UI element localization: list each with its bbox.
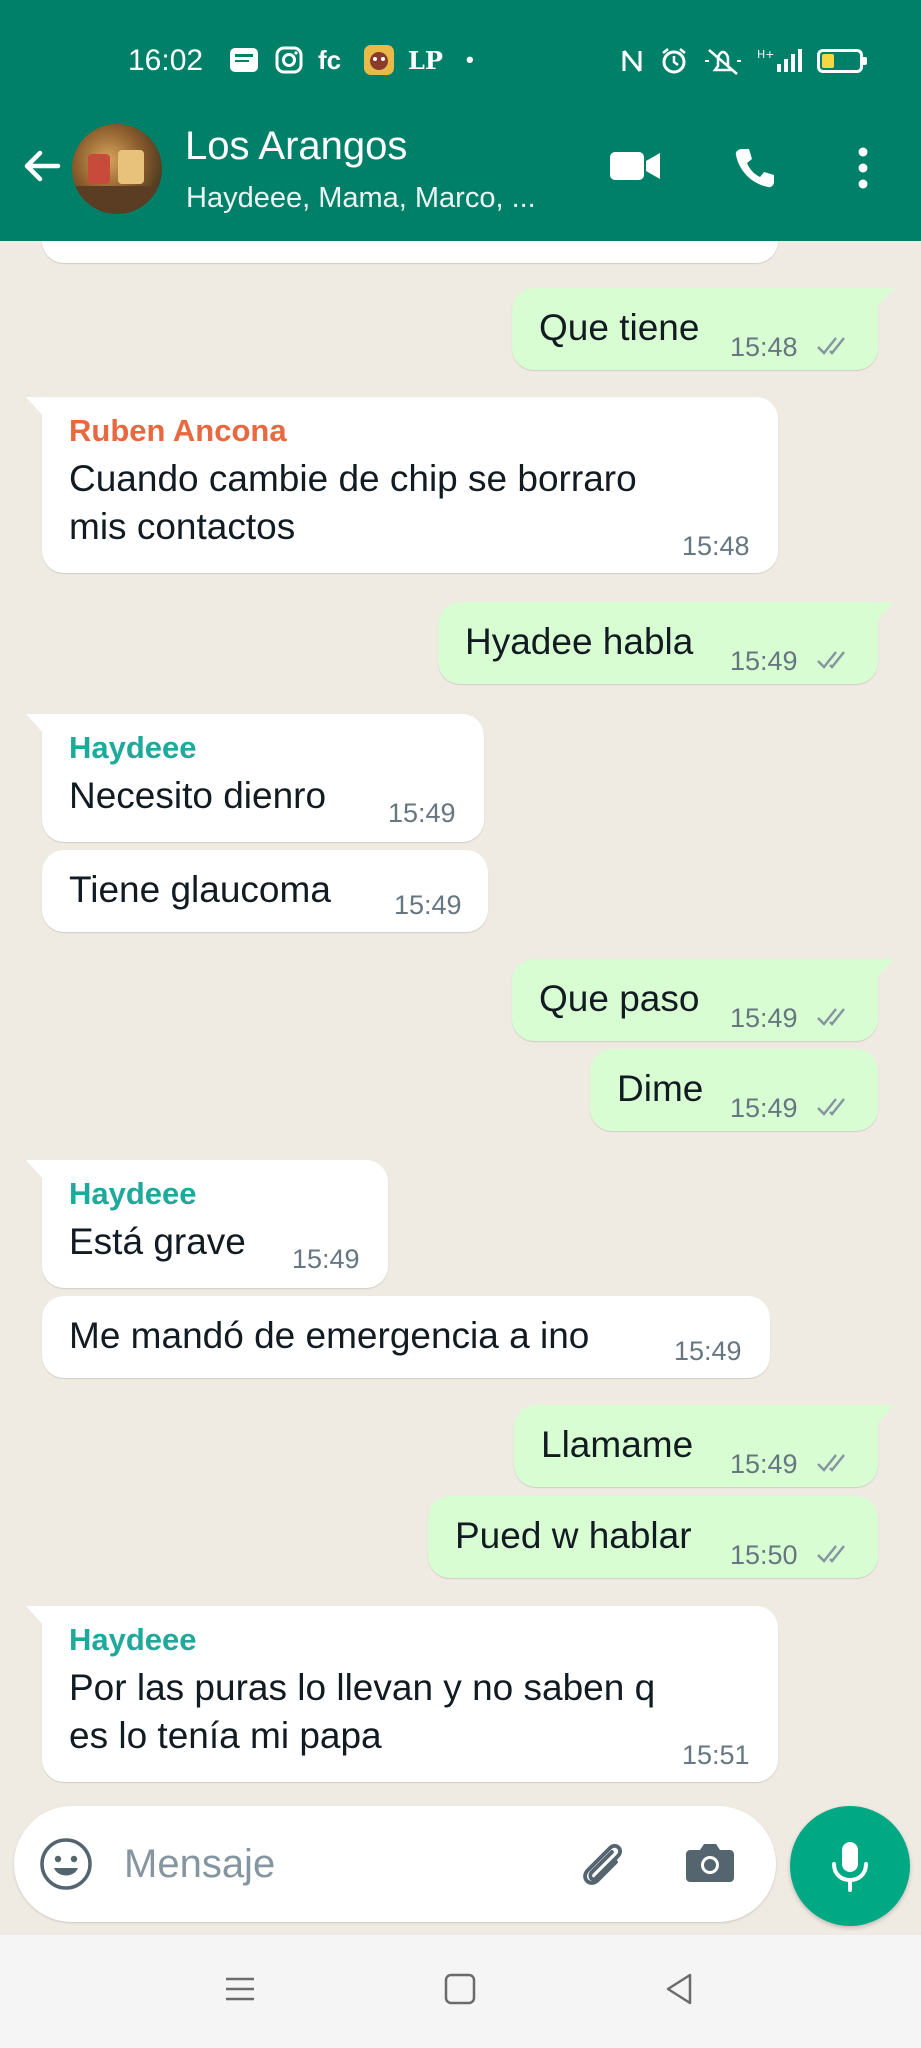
camera-icon[interactable]	[684, 1838, 736, 1886]
message-bubble-outgoing[interactable]: Que tiene 15:48	[512, 288, 894, 370]
instagram-icon	[274, 42, 304, 78]
message-time: 15:49	[730, 1003, 798, 1033]
message-text: Cuando cambie de chip se borraro mis con…	[69, 458, 637, 547]
back-nav-icon[interactable]	[662, 1971, 698, 2007]
message-time: 15:49	[730, 646, 798, 676]
app-header: 16:02 fc LP • H+ Los Arangos Haydeee, Ma…	[0, 0, 921, 241]
chat-toolbar: Los Arangos Haydeee, Mama, Marco, ...	[0, 110, 921, 230]
message-text: Que paso	[539, 978, 700, 1019]
svg-text:H+: H+	[757, 48, 775, 61]
group-avatar[interactable]	[72, 124, 162, 214]
status-time: 16:02	[128, 44, 204, 77]
read-ticks-icon	[817, 1545, 845, 1563]
message-text: Pued w hablar	[455, 1515, 692, 1556]
voice-record-button[interactable]	[790, 1806, 910, 1926]
message-input[interactable]: Mensaje	[124, 1842, 275, 1887]
battery-icon	[817, 49, 867, 73]
message-bubble-incoming[interactable]: Haydeee Necesito dienro 15:49	[26, 714, 484, 842]
message-time: 15:48	[682, 531, 750, 561]
chat-title[interactable]: Los Arangos	[185, 124, 407, 169]
read-ticks-icon	[817, 1098, 845, 1116]
voice-call-icon[interactable]	[730, 144, 778, 192]
status-right-icons: H+	[619, 46, 867, 76]
system-nav-bar	[0, 1935, 921, 2048]
message-text: Por las puras lo llevan y no saben q es …	[69, 1667, 656, 1756]
back-arrow-icon[interactable]	[18, 142, 66, 190]
lp-icon: LP	[408, 45, 443, 75]
message-time: 15:49	[730, 1449, 798, 1479]
message-sender: Haydeee	[69, 1622, 197, 1657]
message-time: 15:49	[388, 798, 456, 828]
message-text: Hyadee habla	[465, 621, 694, 662]
message-text: Llamame	[541, 1424, 694, 1465]
more-options-icon[interactable]	[852, 144, 874, 192]
read-ticks-icon	[817, 1454, 845, 1472]
message-bubble-incoming[interactable]: Ruben Ancona Cuando cambie de chip se bo…	[26, 397, 778, 573]
message-text: Que tiene	[539, 307, 700, 348]
message-bubble-incoming[interactable]: Tiene glaucoma 15:49	[42, 850, 488, 932]
nfc-icon	[622, 50, 642, 72]
message-time: 15:48	[730, 332, 798, 362]
game-icon	[362, 42, 396, 78]
alarm-icon	[662, 48, 686, 74]
message-bubble-outgoing[interactable]: Hyadee habla 15:49	[438, 602, 894, 684]
read-ticks-icon	[817, 651, 845, 669]
dot-icon: •	[466, 47, 474, 72]
chat-participants[interactable]: Haydeee, Mama, Marco, ...	[186, 182, 536, 215]
video-call-icon[interactable]	[608, 144, 662, 188]
home-nav-icon[interactable]	[442, 1971, 478, 2007]
message-text: Dime	[617, 1068, 704, 1109]
attach-icon[interactable]	[574, 1836, 630, 1892]
read-ticks-icon	[817, 337, 845, 355]
message-bubble-incoming[interactable]: Haydeee Por las puras lo llevan y no sab…	[26, 1606, 778, 1782]
message-text: Necesito dienro	[69, 775, 327, 816]
news-icon	[228, 42, 260, 78]
message-time: 15:49	[292, 1244, 360, 1274]
message-composer[interactable]: Mensaje	[14, 1806, 776, 1922]
message-sender: Haydeee	[69, 730, 197, 765]
message-bubble-outgoing[interactable]: Que paso 15:49	[512, 959, 894, 1041]
signal-icon: H+	[757, 48, 802, 72]
message-bubble-incoming[interactable]: Haydeee Está grave 15:49	[26, 1160, 388, 1288]
message-text: Está grave	[69, 1221, 246, 1262]
message-bubble-outgoing[interactable]: Llamame 15:49	[514, 1405, 894, 1487]
message-text: Me mandó de emergencia a ino	[69, 1315, 590, 1356]
message-sender: Haydeee	[69, 1176, 197, 1211]
message-sender: Ruben Ancona	[69, 413, 287, 448]
message-time: 15:49	[394, 890, 462, 920]
message-bubble-outgoing[interactable]: Dime 15:49	[590, 1049, 878, 1131]
silent-icon	[705, 49, 741, 75]
message-time: 15:51	[682, 1740, 750, 1770]
message-list[interactable]: Que tiene 15:48 Ruben Ancona Cuando camb…	[0, 241, 921, 1801]
message-time: 15:50	[730, 1540, 798, 1570]
message-text: Tiene glaucoma	[69, 869, 331, 910]
message-bubble-partial[interactable]	[42, 241, 778, 263]
message-time: 15:49	[730, 1093, 798, 1123]
fc-icon: fc	[318, 44, 342, 75]
message-time: 15:49	[674, 1336, 742, 1366]
emoji-icon[interactable]	[38, 1836, 94, 1892]
menu-nav-icon[interactable]	[222, 1971, 258, 2007]
message-bubble-incoming[interactable]: Me mandó de emergencia a ino 15:49	[42, 1296, 770, 1378]
mic-icon	[832, 1842, 868, 1892]
status-bar: 16:02 fc LP • H+	[0, 30, 921, 94]
read-ticks-icon	[817, 1008, 845, 1026]
message-bubble-outgoing[interactable]: Pued w hablar 15:50	[428, 1496, 878, 1578]
